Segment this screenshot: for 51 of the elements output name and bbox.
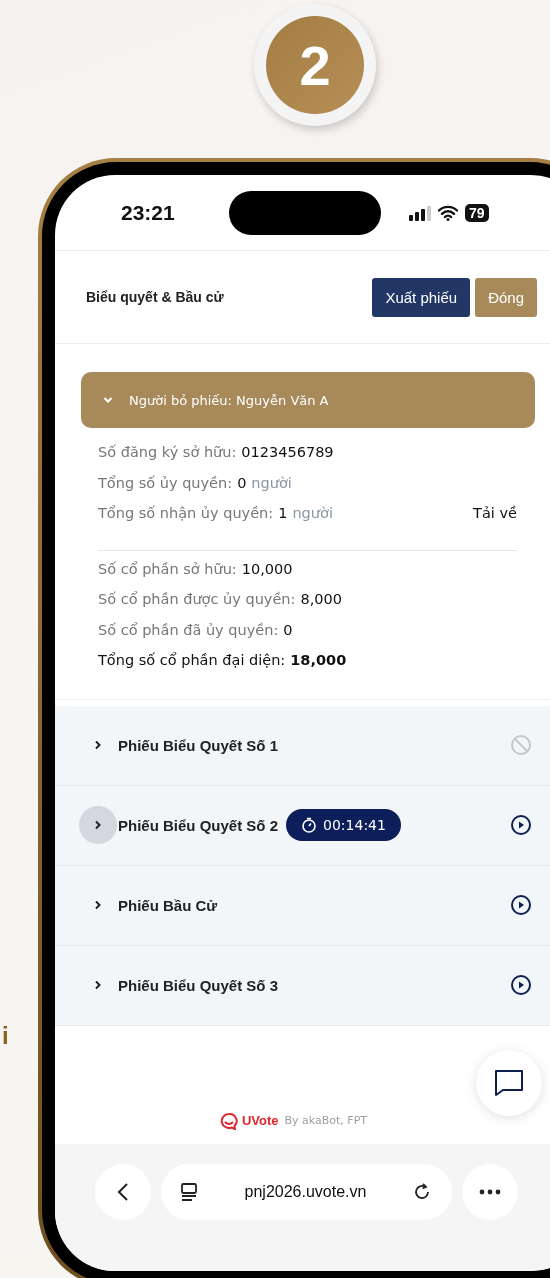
play-icon[interactable] <box>510 894 532 916</box>
wifi-icon <box>438 204 458 221</box>
expand-toggle[interactable] <box>79 806 117 844</box>
info-label: Tổng số ủy quyền: <box>98 474 233 491</box>
info-label: Tổng số nhận ủy quyền: <box>98 505 274 521</box>
ballot-title: Phiếu Biểu Quyết Số 3 <box>118 976 279 994</box>
share-value: 8,000 <box>300 591 342 607</box>
info-value: 0123456789 <box>241 444 334 460</box>
ballot-row[interactable]: Phiếu Biểu Quyết Số 1 <box>55 705 550 786</box>
back-icon <box>116 1181 130 1202</box>
page-title: Biểu quyết & Bầu cử <box>86 289 225 305</box>
ballot-title: Phiếu Bầu Cử <box>118 896 218 914</box>
ballot-row[interactable]: Phiếu Biểu Quyết Số 2 00:14:41 <box>55 785 550 866</box>
countdown-badge: 00:14:41 <box>286 809 401 841</box>
voter-name: Người bỏ phiếu: Nguyễn Văn A <box>129 392 329 408</box>
ballot-title: Phiếu Biểu Quyết Số 1 <box>118 736 279 754</box>
reader-icon[interactable] <box>179 1181 199 1202</box>
play-icon[interactable] <box>510 814 532 836</box>
logo-icon <box>218 1111 239 1130</box>
ballot-row[interactable]: Phiếu Biểu Quyết Số 3 <box>55 945 550 1026</box>
share-value: 18,000 <box>290 652 347 668</box>
reload-icon[interactable] <box>412 1181 432 1202</box>
info-value: 0 <box>237 474 247 491</box>
info-unit: người <box>251 474 292 491</box>
ballot-title: Phiếu Biểu Quyết Số 2 <box>118 816 279 834</box>
brand-credit: By akaBot, FPT <box>284 1114 368 1127</box>
battery-level: 79 <box>465 203 489 222</box>
status-time: 23:21 <box>121 200 176 225</box>
chevron-icon <box>103 395 113 405</box>
download-link[interactable]: Tải về <box>473 505 517 521</box>
share-label: Số cổ phần đã ủy quyền: <box>98 621 279 638</box>
signal-icon <box>409 204 431 221</box>
side-text-fragment: i <box>2 1022 9 1050</box>
share-label: Số cổ phần sở hữu: <box>98 560 237 577</box>
ballot-row[interactable]: Phiếu Bầu Cử <box>55 865 550 946</box>
step-badge: 2 <box>254 4 376 126</box>
chat-icon <box>494 1068 524 1097</box>
export-button[interactable]: Xuất phiếu <box>372 277 471 317</box>
info-label: Số đăng ký sở hữu: <box>98 444 237 460</box>
play-icon[interactable] <box>510 974 532 996</box>
share-label: Số cổ phần được ủy quyền: <box>98 591 296 607</box>
disabled-icon <box>510 734 532 756</box>
address-bar[interactable]: pnj2026.uvote.vn <box>161 1163 452 1220</box>
info-value: 1 <box>278 505 288 521</box>
brand-name: UVote <box>241 1113 279 1128</box>
info-unit: người <box>292 505 333 521</box>
more-icon <box>479 1188 501 1195</box>
share-label: Tổng số cổ phần đại diện: <box>98 652 286 668</box>
share-value: 0 <box>283 621 293 638</box>
share-value: 10,000 <box>241 560 293 577</box>
url-text: pnj2026.uvote.vn <box>243 1182 368 1201</box>
